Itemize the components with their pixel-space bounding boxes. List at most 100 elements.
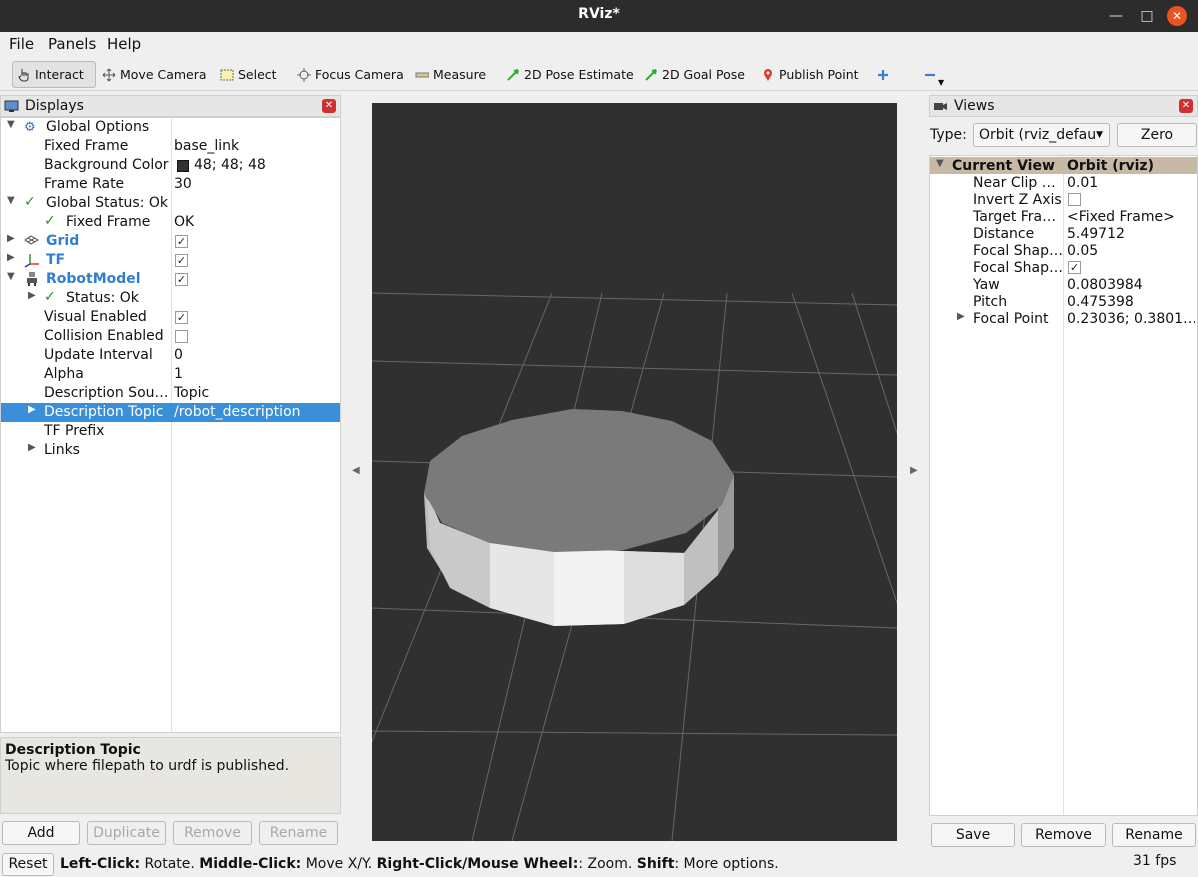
goal-pose-tool[interactable]: 2D Goal Pose: [640, 61, 749, 88]
collapse-arrow-icon[interactable]: ▶: [7, 233, 15, 244]
minimize-icon[interactable]: —: [1105, 5, 1127, 27]
description-source-value[interactable]: Topic: [174, 385, 209, 401]
view-type-select[interactable]: Orbit (rviz_defau ▼: [973, 123, 1110, 147]
view-prop-focal-shape-fixed[interactable]: Focal Shap… ✓: [930, 259, 1197, 276]
duplicate-button[interactable]: Duplicate: [87, 821, 166, 845]
goal-pose-label: 2D Goal Pose: [662, 67, 745, 82]
maximize-icon[interactable]: □: [1136, 5, 1158, 27]
collapse-arrow-icon[interactable]: ▶: [28, 290, 36, 301]
tree-row-grid[interactable]: ▶ Grid ✓: [1, 232, 340, 251]
left-splitter-arrow-icon[interactable]: ◀: [352, 465, 360, 476]
tree-row-rm-status[interactable]: ▶ ✓ Status: Ok: [1, 289, 340, 308]
collapse-arrow-icon[interactable]: ▶: [957, 311, 965, 322]
grid-checkbox[interactable]: ✓: [175, 235, 188, 248]
view-prop-focal-point[interactable]: ▶ Focal Point 0.23036; 0.3801…: [930, 310, 1197, 327]
tree-row-tf[interactable]: ▶ TF ✓: [1, 251, 340, 270]
color-swatch[interactable]: [177, 160, 189, 172]
save-view-button[interactable]: Save: [931, 823, 1015, 847]
alpha-value[interactable]: 1: [174, 366, 183, 382]
tree-row-global-status[interactable]: ▼ ✓ Global Status: Ok: [1, 194, 340, 213]
view-prop-near-clip[interactable]: Near Clip … 0.01: [930, 174, 1197, 191]
menu-file[interactable]: File: [9, 35, 34, 53]
prop-value[interactable]: 0.23036; 0.3801…: [1067, 311, 1195, 327]
checkmark-icon: ✓: [44, 289, 56, 305]
view-prop-invert-z[interactable]: Invert Z Axis: [930, 191, 1197, 208]
robot-model-checkbox[interactable]: ✓: [175, 273, 188, 286]
publish-point-tool[interactable]: Publish Point: [757, 61, 863, 88]
rename-view-button[interactable]: Rename: [1112, 823, 1196, 847]
menu-help[interactable]: Help: [107, 35, 141, 53]
rename-display-button[interactable]: Rename: [259, 821, 338, 845]
close-icon[interactable]: ✕: [1167, 6, 1187, 26]
focal-shape-checkbox[interactable]: ✓: [1068, 261, 1081, 274]
remove-display-button[interactable]: Remove: [173, 821, 252, 845]
tree-row-description-topic[interactable]: ▶ Description Topic /robot_description: [1, 403, 340, 422]
right-click-key: Right-Click/Mouse Wheel:: [376, 856, 579, 872]
focus-camera-tool[interactable]: Focus Camera: [293, 61, 408, 88]
tree-row-background-color[interactable]: Background Color 48; 48; 48: [1, 156, 340, 175]
add-tool-button[interactable]: [872, 61, 894, 88]
expand-arrow-icon[interactable]: ▼: [7, 119, 15, 130]
prop-value[interactable]: 0.01: [1067, 175, 1098, 191]
right-splitter-arrow-icon[interactable]: ▶: [910, 465, 918, 476]
prop-value[interactable]: 0.0803984: [1067, 277, 1143, 293]
tree-row-links[interactable]: ▶ Links: [1, 441, 340, 460]
move-camera-icon: [102, 68, 116, 82]
move-camera-tool[interactable]: Move Camera: [98, 61, 211, 88]
expand-arrow-icon[interactable]: ▼: [7, 195, 15, 206]
menu-panels[interactable]: Panels: [48, 35, 96, 53]
view-prop-focal-shape-size[interactable]: Focal Shap… 0.05: [930, 242, 1197, 259]
select-tool[interactable]: Select: [216, 61, 281, 88]
prop-value[interactable]: <Fixed Frame>: [1067, 209, 1175, 225]
add-button[interactable]: Add: [2, 821, 80, 845]
dropdown-arrow-icon[interactable]: ▼: [938, 78, 944, 87]
measure-tool[interactable]: Measure: [411, 61, 490, 88]
robot-body: [424, 409, 734, 626]
view-prop-target-frame[interactable]: Target Fra… <Fixed Frame>: [930, 208, 1197, 225]
fixed-frame-value[interactable]: base_link: [174, 138, 239, 154]
tree-row-global-options[interactable]: ▼ ⚙ Global Options: [1, 118, 340, 137]
collapse-arrow-icon[interactable]: ▶: [28, 404, 36, 415]
tree-row-update-interval[interactable]: Update Interval 0: [1, 346, 340, 365]
tree-row-fixed-frame[interactable]: Fixed Frame base_link: [1, 137, 340, 156]
tf-checkbox[interactable]: ✓: [175, 254, 188, 267]
tree-row-alpha[interactable]: Alpha 1: [1, 365, 340, 384]
collapse-arrow-icon[interactable]: ▶: [7, 252, 15, 263]
collapse-arrow-icon[interactable]: ▶: [28, 442, 36, 453]
update-interval-label: Update Interval: [44, 347, 153, 363]
displays-tree: ▼ ⚙ Global Options Fixed Frame base_link…: [0, 117, 341, 733]
current-view-header[interactable]: ▼ Current View Orbit (rviz): [930, 157, 1197, 174]
expand-arrow-icon[interactable]: ▼: [936, 158, 944, 169]
close-panel-icon[interactable]: ✕: [1179, 99, 1193, 113]
interact-label: Interact: [35, 67, 84, 82]
tree-row-robot-model[interactable]: ▼ RobotModel ✓: [1, 270, 340, 289]
tree-row-visual-enabled[interactable]: Visual Enabled ✓: [1, 308, 340, 327]
background-color-value[interactable]: 48; 48; 48: [194, 157, 266, 173]
interact-tool[interactable]: Interact: [12, 61, 96, 88]
pose-estimate-tool[interactable]: 2D Pose Estimate: [502, 61, 638, 88]
remove-view-button[interactable]: Remove: [1021, 823, 1106, 847]
tree-row-collision-enabled[interactable]: Collision Enabled: [1, 327, 340, 346]
prop-value[interactable]: 0.05: [1067, 243, 1098, 259]
tree-row-tf-prefix[interactable]: TF Prefix: [1, 422, 340, 441]
close-panel-icon[interactable]: ✕: [322, 99, 336, 113]
visual-enabled-checkbox[interactable]: ✓: [175, 311, 188, 324]
collision-enabled-checkbox[interactable]: [175, 330, 188, 343]
frame-rate-value[interactable]: 30: [174, 176, 192, 192]
render-viewport[interactable]: [372, 103, 897, 841]
zero-button[interactable]: Zero: [1117, 123, 1197, 147]
view-prop-pitch[interactable]: Pitch 0.475398: [930, 293, 1197, 310]
prop-value[interactable]: 5.49712: [1067, 226, 1125, 242]
remove-tool-button[interactable]: ▼: [919, 61, 951, 88]
tree-row-status-fixed-frame[interactable]: ✓ Fixed Frame OK: [1, 213, 340, 232]
update-interval-value[interactable]: 0: [174, 347, 183, 363]
reset-button[interactable]: Reset: [2, 853, 54, 876]
expand-arrow-icon[interactable]: ▼: [7, 271, 15, 282]
invert-z-checkbox[interactable]: [1068, 193, 1081, 206]
description-topic-value[interactable]: /robot_description: [174, 404, 301, 420]
view-prop-distance[interactable]: Distance 5.49712: [930, 225, 1197, 242]
prop-value[interactable]: 0.475398: [1067, 294, 1134, 310]
view-prop-yaw[interactable]: Yaw 0.0803984: [930, 276, 1197, 293]
tree-row-frame-rate[interactable]: Frame Rate 30: [1, 175, 340, 194]
tree-row-description-source[interactable]: Description Sou… Topic: [1, 384, 340, 403]
